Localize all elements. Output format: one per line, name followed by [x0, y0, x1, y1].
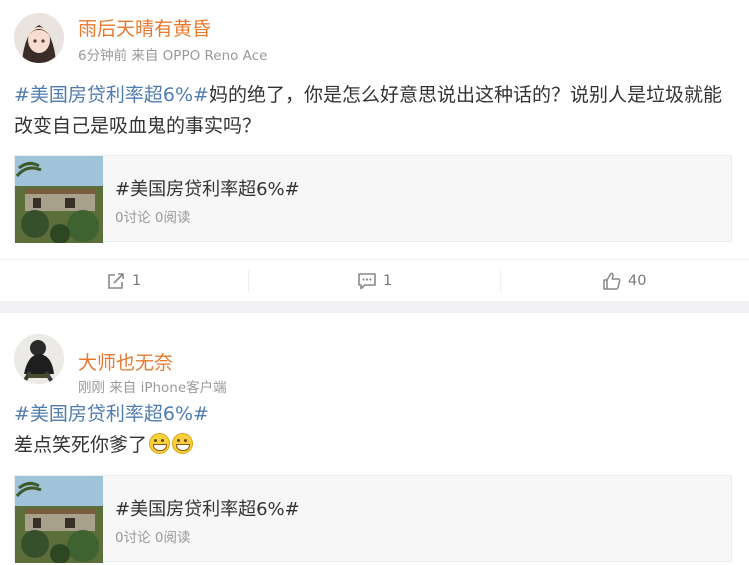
- post-text: #美国房贷利率超6%# 差点笑死你爹了: [14, 399, 735, 461]
- share-icon: [108, 273, 124, 289]
- topic-thumbnail: [15, 156, 103, 243]
- post-body: 差点笑死你爹了: [14, 434, 148, 456]
- post-text: #美国房贷利率超6%#妈的绝了，你是怎么好意思说出这种话的？说别人是垃圾就能改变…: [14, 80, 735, 142]
- avatar[interactable]: [14, 334, 64, 384]
- divider: [248, 270, 249, 292]
- divider: [500, 270, 501, 292]
- comment-button[interactable]: 1: [357, 260, 392, 302]
- username[interactable]: 雨后天晴有黄昏: [78, 14, 211, 41]
- topic-card[interactable]: #美国房贷利率超6%# 0讨论 0阅读: [14, 475, 732, 563]
- hashtag-link[interactable]: #美国房贷利率超6%#: [14, 403, 209, 425]
- like-count: 40: [628, 273, 647, 289]
- share-button[interactable]: 1: [106, 260, 141, 302]
- post-meta: 刚刚 来自 iPhone客户端: [78, 380, 227, 396]
- hashtag-link[interactable]: #美国房贷利率超6%#: [14, 84, 209, 106]
- weibo-post: 雨后天晴有黄昏 6分钟前 来自 OPPO Reno Ace #美国房贷利率超6%…: [0, 0, 749, 301]
- topic-card[interactable]: #美国房贷利率超6%# 0讨论 0阅读: [14, 155, 732, 243]
- topic-title: #美国房贷利率超6%#: [115, 499, 300, 520]
- share-count: 1: [132, 273, 142, 289]
- comment-icon: [358, 273, 376, 290]
- topic-stats: 0讨论 0阅读: [115, 530, 191, 546]
- post-meta: 6分钟前 来自 OPPO Reno Ace: [78, 48, 268, 64]
- grin-emoji: [172, 433, 194, 454]
- like-button[interactable]: 40: [602, 260, 646, 302]
- topic-thumbnail: [15, 476, 103, 563]
- weibo-post: 大师也无奈 刚刚 来自 iPhone客户端 #美国房贷利率超6%# 差点笑死你爹…: [0, 313, 749, 565]
- post-actions: 1 1 40: [0, 259, 749, 302]
- thumbs-up-icon: [603, 272, 621, 290]
- comment-count: 1: [383, 273, 393, 289]
- username[interactable]: 大师也无奈: [78, 348, 173, 375]
- topic-title: #美国房贷利率超6%#: [115, 179, 300, 200]
- grin-emoji: [149, 433, 171, 454]
- avatar[interactable]: [14, 13, 64, 63]
- topic-stats: 0讨论 0阅读: [115, 210, 191, 226]
